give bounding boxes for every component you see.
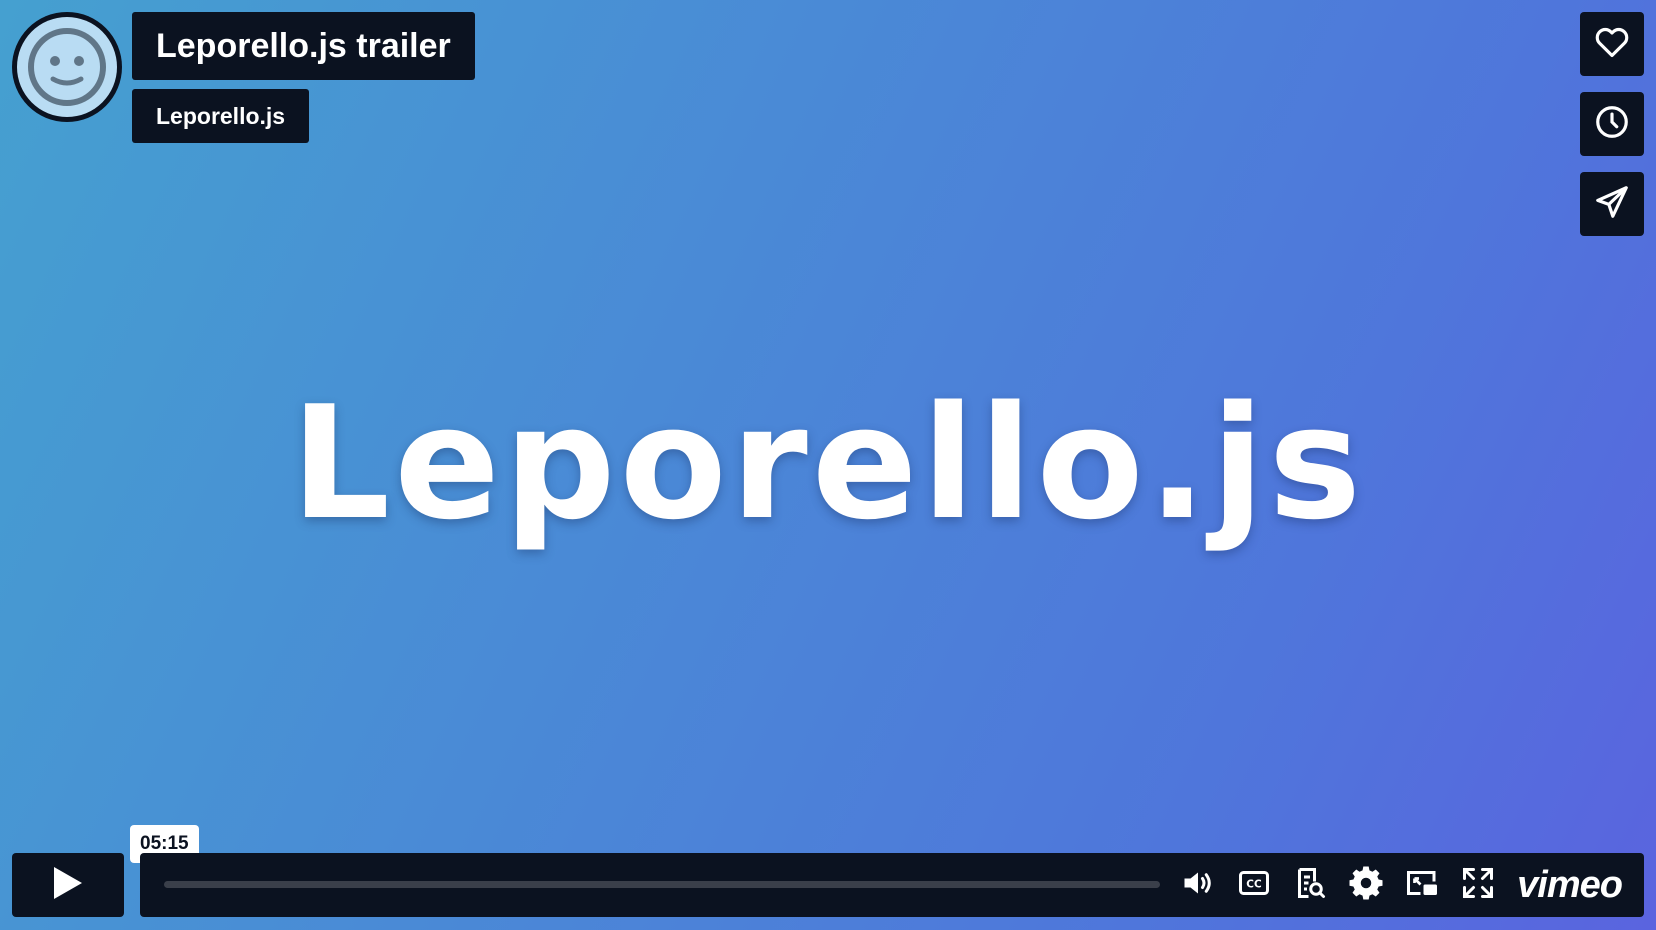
watch-later-button[interactable] (1580, 92, 1644, 156)
vimeo-logo[interactable]: vimeo (1517, 864, 1623, 906)
transcript-button[interactable] (1290, 865, 1330, 905)
cc-icon: CC (1236, 865, 1272, 906)
volume-icon (1180, 865, 1216, 906)
volume-button[interactable] (1178, 865, 1218, 905)
heart-icon (1593, 23, 1631, 66)
like-button[interactable] (1580, 12, 1644, 76)
play-button[interactable] (12, 853, 124, 917)
video-player[interactable]: Leporello.js Leporello.js trailer Lepore… (0, 0, 1656, 930)
picture-in-picture-button[interactable] (1402, 865, 1442, 905)
fullscreen-button[interactable] (1458, 865, 1498, 905)
play-icon (51, 865, 85, 906)
channel-name-link[interactable]: Leporello.js (132, 89, 310, 143)
transcript-icon (1292, 865, 1328, 906)
clock-icon (1593, 103, 1631, 146)
control-bar: CC vimeo (140, 853, 1644, 917)
channel-avatar[interactable] (12, 12, 122, 122)
svg-text:CC: CC (1246, 878, 1262, 890)
progress-bar[interactable] (164, 881, 1160, 888)
fullscreen-icon (1460, 865, 1496, 906)
settings-button[interactable] (1346, 865, 1386, 905)
video-title-link[interactable]: Leporello.js trailer (132, 12, 475, 80)
share-button[interactable] (1580, 172, 1644, 236)
settings-gear-icon (1348, 865, 1384, 906)
video-frame-title: Leporello.js (290, 372, 1366, 554)
captions-button[interactable]: CC (1234, 865, 1274, 905)
picture-in-picture-icon (1404, 865, 1440, 906)
avatar-face-icon (17, 17, 117, 117)
paper-plane-icon (1593, 183, 1631, 226)
